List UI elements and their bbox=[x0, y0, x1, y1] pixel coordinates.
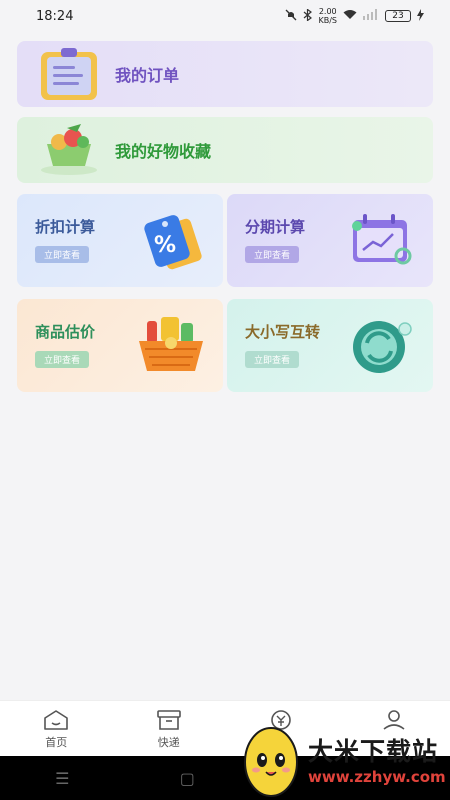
battery-icon: 23 bbox=[385, 10, 411, 22]
shopping-basket-icon bbox=[135, 313, 207, 377]
installment-calc-tile[interactable]: 分期计算 立即查看 bbox=[227, 194, 433, 287]
my-orders-label: 我的订单 bbox=[115, 66, 180, 85]
home-icon bbox=[44, 710, 69, 730]
my-favorites-label: 我的好物收藏 bbox=[115, 142, 212, 161]
discount-calc-tile[interactable]: 折扣计算 立即查看 % bbox=[17, 194, 223, 287]
percent-tag-icon: % bbox=[135, 208, 207, 272]
tab-home[interactable]: 首页 bbox=[0, 701, 113, 756]
coin-convert-icon bbox=[345, 313, 417, 377]
shopping-cart-icon bbox=[37, 123, 101, 177]
wifi-icon bbox=[343, 9, 357, 23]
tab-home-label: 首页 bbox=[45, 736, 68, 749]
network-speed: 2.00 KB/S bbox=[318, 7, 337, 25]
menu-icon[interactable]: ☰ bbox=[55, 769, 69, 788]
my-orders-card[interactable]: 我的订单 bbox=[17, 41, 433, 107]
charging-icon bbox=[417, 8, 424, 24]
price-estimate-tile[interactable]: 商品估价 立即查看 bbox=[17, 299, 223, 392]
case-convert-view-button[interactable]: 立即查看 bbox=[245, 351, 300, 368]
calendar-chart-icon bbox=[345, 208, 417, 272]
status-icons: 2.00 KB/S 23 bbox=[285, 7, 424, 25]
discount-view-button[interactable]: 立即查看 bbox=[35, 246, 90, 263]
installment-view-button[interactable]: 立即查看 bbox=[245, 246, 300, 263]
signal-icon bbox=[363, 9, 379, 23]
watermark-brand: 大米下载站 bbox=[308, 737, 439, 766]
clipboard-icon bbox=[37, 47, 101, 101]
watermark: 大米下载站 www.zzhyw.com bbox=[240, 718, 450, 800]
case-convert-tile[interactable]: 大小写互转 立即查看 bbox=[227, 299, 433, 392]
mute-icon bbox=[285, 9, 297, 24]
home-square-icon[interactable]: ▢ bbox=[180, 769, 195, 788]
tab-express-label: 快递 bbox=[157, 736, 180, 749]
status-time: 18:24 bbox=[36, 8, 74, 24]
package-box-icon bbox=[156, 710, 181, 730]
tab-express[interactable]: 快递 bbox=[113, 701, 226, 756]
svg-text:%: % bbox=[154, 233, 176, 258]
estimate-view-button[interactable]: 立即查看 bbox=[35, 351, 90, 368]
status-bar: 18:24 2.00 KB/S 23 bbox=[0, 0, 450, 32]
my-favorites-card[interactable]: 我的好物收藏 bbox=[17, 117, 433, 183]
bluetooth-icon bbox=[303, 7, 313, 24]
mascot-logo-icon bbox=[244, 727, 298, 797]
watermark-url: www.zzhyw.com bbox=[308, 768, 446, 786]
